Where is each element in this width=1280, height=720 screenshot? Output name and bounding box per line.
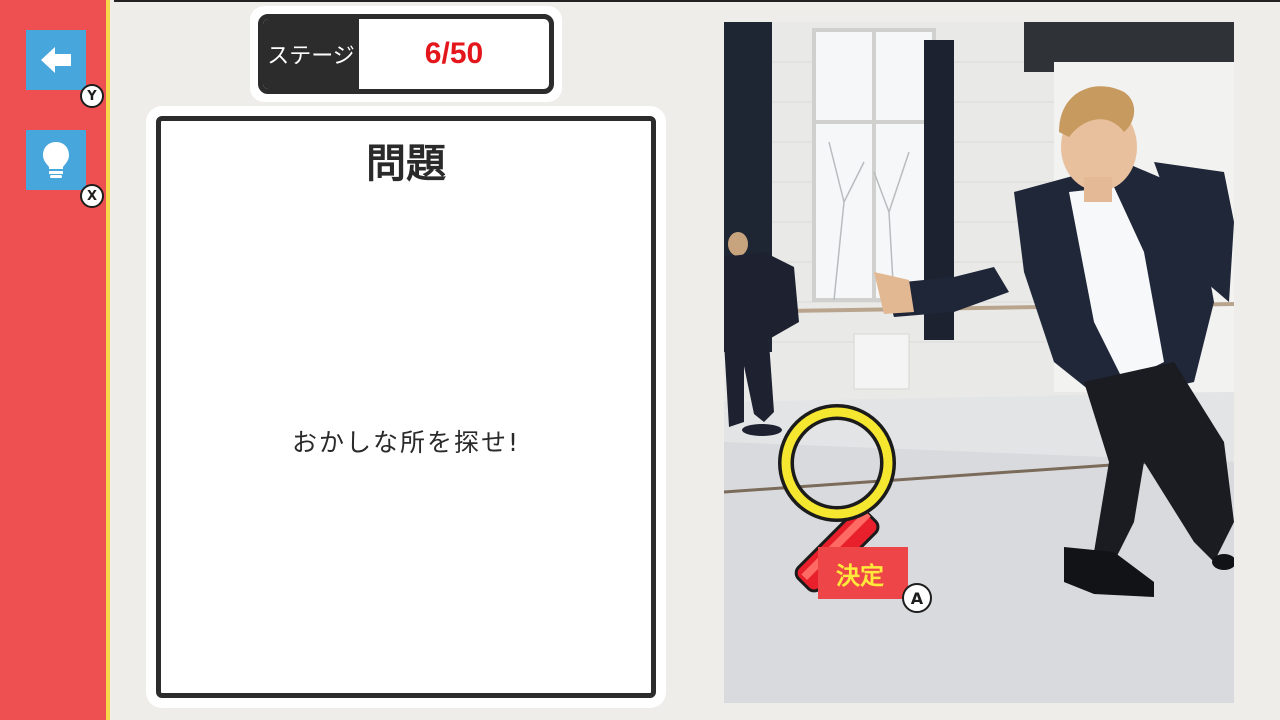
- sidebar: Y X: [0, 0, 110, 720]
- stage-box: ステージ 6/50: [258, 14, 554, 94]
- lightbulb-icon: [43, 142, 69, 178]
- back-button[interactable]: Y: [26, 30, 104, 108]
- stage-counter: 6/50: [424, 37, 484, 70]
- stage-indicator: ステージ 6/50: [250, 6, 562, 102]
- question-prompt: おかしな所を探せ!: [291, 428, 521, 457]
- stage-label: ステージ: [263, 19, 359, 89]
- a-key-badge: A: [902, 583, 932, 613]
- question-title: 問題: [366, 141, 446, 187]
- confirm-button[interactable]: 決定 A: [818, 547, 932, 613]
- puzzle-image[interactable]: [724, 22, 1234, 703]
- dance-studio-photo: [724, 22, 1234, 703]
- question-box: 問題 おかしな所を探せ!: [156, 116, 656, 698]
- hint-button[interactable]: X: [26, 130, 104, 208]
- x-key-badge: X: [80, 184, 104, 208]
- question-panel: 問題 おかしな所を探せ!: [146, 106, 666, 708]
- top-divider: [114, 0, 1280, 2]
- confirm-label: 決定: [836, 561, 884, 590]
- y-key-badge: Y: [80, 84, 104, 108]
- arrow-left-icon: [41, 47, 71, 73]
